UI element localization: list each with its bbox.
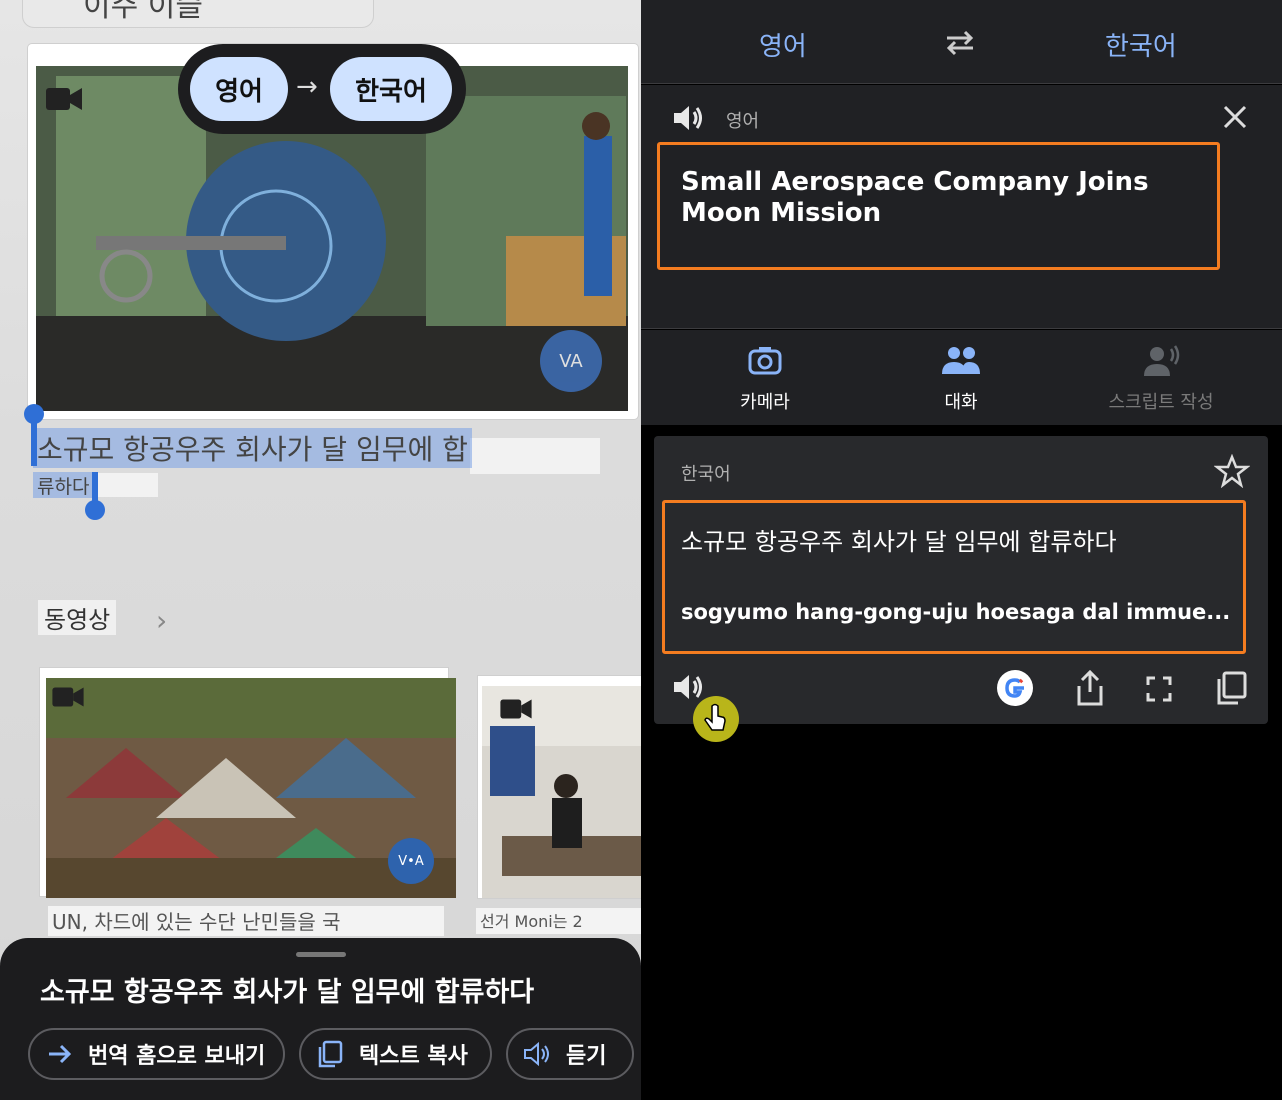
- sheet-translation-title: 소규모 항공우주 회사가 달 임무에 합류하다: [40, 977, 535, 1008]
- source-language-chip[interactable]: 영어: [190, 57, 288, 121]
- close-icon[interactable]: [1221, 103, 1249, 135]
- send-to-translate-home-button[interactable]: 번역 홈으로 보내기: [28, 1028, 285, 1080]
- video-camera-icon: [50, 684, 90, 714]
- selection-bar-start: [31, 420, 37, 466]
- hand-cursor-icon: [704, 703, 726, 731]
- video-caption-2: 선거 Moni는 2: [476, 908, 641, 934]
- overlay-bg-2: [92, 473, 158, 497]
- video-camera-icon: [44, 84, 84, 114]
- fullscreen-icon[interactable]: [1146, 676, 1172, 706]
- copy-icon[interactable]: [1214, 670, 1248, 710]
- transcribe-icon: [1144, 345, 1180, 376]
- speaker-icon: [524, 1041, 549, 1067]
- camera-icon: [748, 347, 782, 375]
- video-thumbnail-2: [478, 676, 641, 898]
- mouse-pointer-indicator: [693, 696, 739, 742]
- video-camera-icon: [498, 696, 538, 726]
- selection-handle-end[interactable]: [85, 500, 105, 520]
- va-logo-badge: VA: [540, 330, 602, 392]
- target-language-chip[interactable]: 한국어: [330, 57, 452, 121]
- mode-toolbar: 카메라 대화 스크립트 작성: [641, 330, 1282, 425]
- overlay-text-line-1[interactable]: 소규모 항공우주 회사가 달 임무에 합: [33, 428, 472, 468]
- paper-top-text: 이주 이슬: [83, 0, 203, 24]
- video-thumbnail-1: V•A: [40, 668, 456, 898]
- share-icon[interactable]: [1074, 668, 1106, 712]
- listen-label: 듣기: [566, 1044, 607, 1069]
- speaker-icon[interactable]: [671, 101, 707, 139]
- video-caption-1: UN, 차드에 있는 수단 난민들을 국: [48, 906, 444, 936]
- target-language-button[interactable]: 한국어: [1105, 26, 1177, 63]
- voa-logo-badge: V•A: [388, 838, 434, 884]
- star-icon[interactable]: [1213, 453, 1251, 492]
- conversation-icon: [942, 347, 980, 374]
- google-icon[interactable]: [996, 669, 1034, 711]
- copy-text-button[interactable]: 텍스트 복사: [299, 1028, 492, 1080]
- mode-conversation-label: 대화: [944, 392, 978, 413]
- source-language-button[interactable]: 영어: [759, 26, 807, 63]
- language-selector-bar: 영어 한국어: [641, 0, 1282, 84]
- translated-text[interactable]: 소규모 항공우주 회사가 달 임무에 합류하다: [681, 522, 1117, 557]
- arrow-right-icon: →: [296, 72, 318, 102]
- copy-icon: [318, 1040, 343, 1068]
- target-language-label: 한국어: [681, 464, 731, 485]
- video-section-label: 동영상: [38, 600, 117, 635]
- source-text[interactable]: Small Aerospace Company Joins Moon Missi…: [681, 167, 1201, 229]
- chevron-right-icon: ›: [156, 604, 168, 637]
- overlay-text-line-2[interactable]: 류하다: [33, 472, 94, 498]
- mode-conversation[interactable]: 대화: [891, 344, 1031, 414]
- swap-languages-icon[interactable]: [943, 30, 977, 60]
- translate-app: 영어 한국어 영어 Small Aerospace Company Joins …: [641, 0, 1282, 1100]
- mode-transcribe[interactable]: 스크립트 작성: [1086, 344, 1236, 414]
- detected-language-pill[interactable]: 영어 → 한국어: [178, 44, 466, 134]
- arrow-right-icon: [49, 1044, 72, 1064]
- mode-transcribe-label: 스크립트 작성: [1108, 392, 1214, 413]
- mode-camera-label: 카메라: [740, 392, 790, 413]
- send-to-translate-home-label: 번역 홈으로 보내기: [88, 1044, 266, 1069]
- source-language-label: 영어: [726, 111, 760, 132]
- romanization-text[interactable]: sogyumo hang-gong-uju hoesaga dal immue.…: [681, 600, 1230, 624]
- translation-result-card: 한국어 소규모 항공우주 회사가 달 임무에 합류하다 sogyumo hang…: [654, 436, 1268, 724]
- paper-top-strip: 이주 이슬: [22, 0, 374, 28]
- mode-camera[interactable]: 카메라: [695, 344, 835, 414]
- source-text-card: 영어 Small Aerospace Company Joins Moon Mi…: [641, 85, 1282, 329]
- translation-bottom-sheet: 소규모 항공우주 회사가 달 임무에 합류하다 번역 홈으로 보내기 텍스트 복…: [0, 938, 641, 1100]
- copy-text-label: 텍스트 복사: [359, 1044, 468, 1069]
- sheet-grab-handle[interactable]: [296, 952, 346, 957]
- camera-view: 이주 이슬 VA 영어 → 한국어 소규모 항공우주 회사가 달 임무에 합 류…: [0, 0, 641, 1100]
- listen-button[interactable]: 듣기: [506, 1028, 634, 1080]
- overlay-bg: [470, 438, 600, 474]
